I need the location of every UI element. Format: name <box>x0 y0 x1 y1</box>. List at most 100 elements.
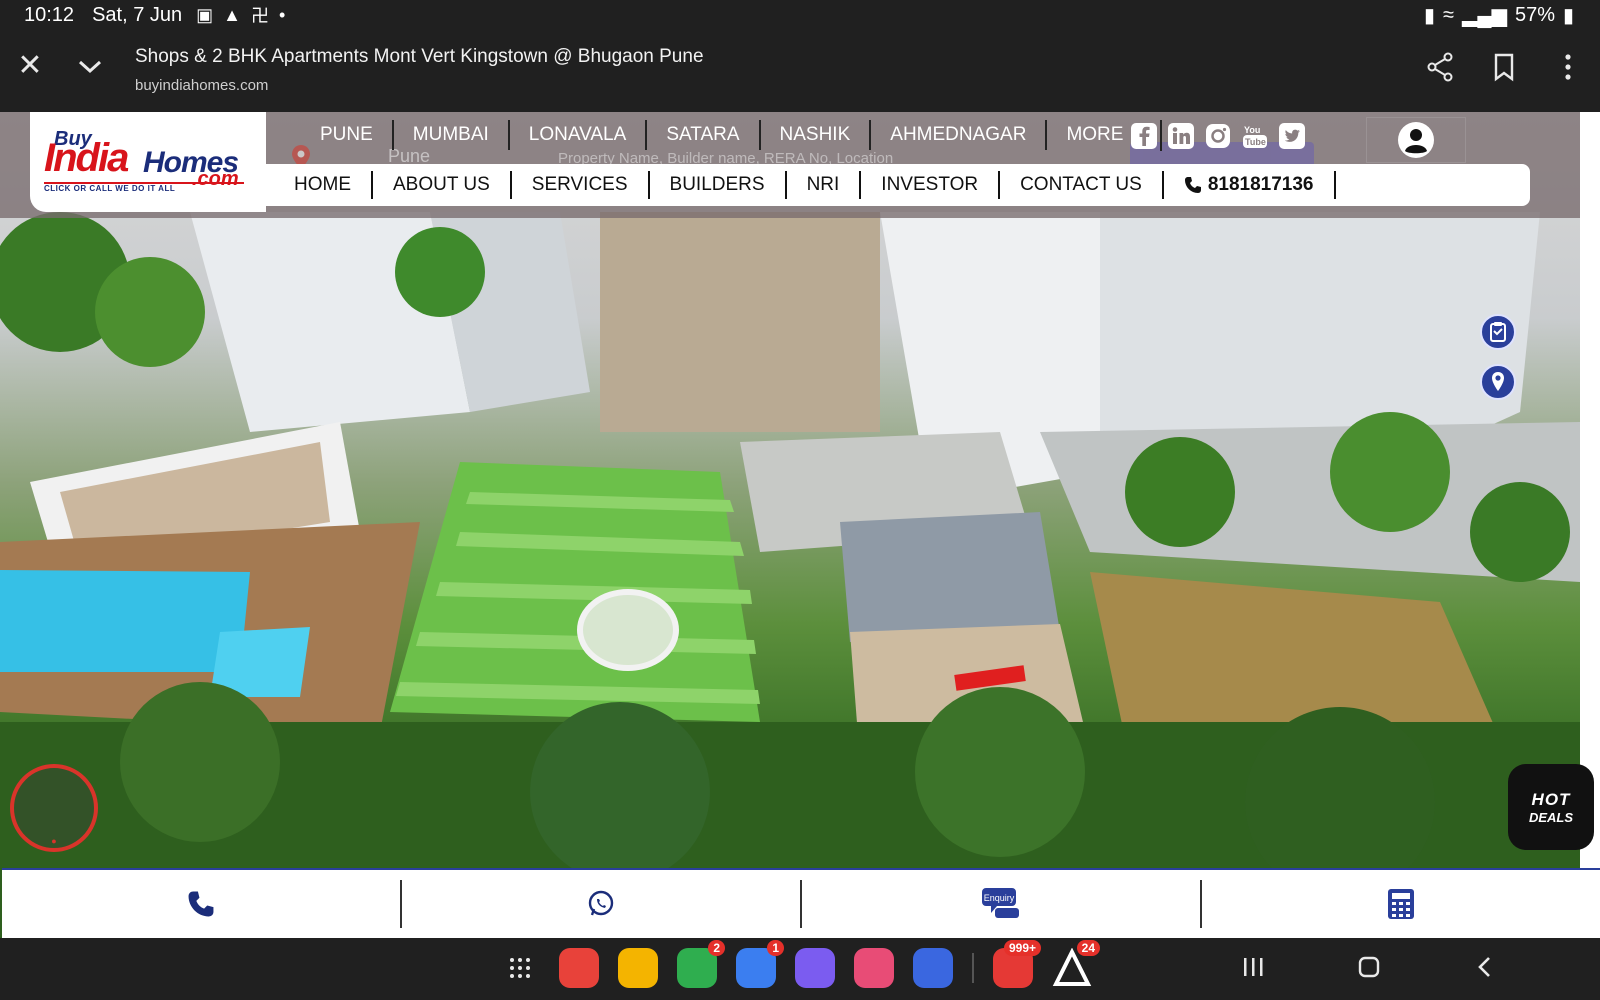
whatsapp-action-button[interactable] <box>402 880 802 928</box>
hot-deals-line1: HOT <box>1531 789 1571 809</box>
facebook-link[interactable] <box>1130 122 1158 150</box>
calculator-action-button[interactable] <box>1202 880 1600 928</box>
youtube-app-icon[interactable]: 999+ <box>993 940 1041 988</box>
nav-about-us[interactable]: ABOUT US <box>373 171 512 199</box>
phone-icon <box>1184 177 1201 193</box>
logo-tagline: CLICK OR CALL WE DO IT ALL <box>44 184 176 193</box>
recent-apps-button[interactable] <box>1238 952 1268 982</box>
samsung-notes-icon[interactable] <box>559 948 599 988</box>
user-avatar-icon <box>1398 122 1434 158</box>
svg-text:Tube: Tube <box>1245 137 1266 147</box>
bookmark-button[interactable] <box>1490 52 1518 82</box>
page-title: Shops & 2 BHK Apartments Mont Vert Kings… <box>135 46 704 67</box>
arattai-notification-icon: ▲ <box>223 4 241 25</box>
app-drawer-button[interactable] <box>500 948 540 988</box>
facebook-icon <box>1131 123 1157 149</box>
enquiry-icon: Enquiry <box>982 888 1019 918</box>
share-button[interactable] <box>1426 52 1454 82</box>
city-link-nashik[interactable]: NASHIK <box>761 120 872 150</box>
nav-services[interactable]: SERVICES <box>512 171 650 199</box>
my-files-icon[interactable] <box>618 948 658 988</box>
share-icon <box>1427 52 1453 82</box>
phone-icon <box>188 891 214 917</box>
city-link-mumbai[interactable]: MUMBAI <box>394 120 510 150</box>
internet-icon[interactable] <box>795 948 835 988</box>
instagram-icon <box>1206 124 1230 148</box>
status-right: ▮ ≈ ▂▄▆ 57% ▮ <box>1424 0 1574 30</box>
status-date: Sat, 7 Jun <box>92 3 183 26</box>
city-link-ahmednagar[interactable]: AHMEDNAGAR <box>871 120 1048 150</box>
bottom-action-bar: Enquiry <box>2 868 1600 938</box>
notification-badge: 999+ <box>1003 940 1041 956</box>
twitter-icon <box>1279 123 1305 149</box>
page-url[interactable]: buyindiahomes.com <box>135 77 268 94</box>
enquiry-action-button[interactable]: Enquiry <box>802 880 1202 928</box>
home-icon <box>1358 956 1380 978</box>
notification-badge: 2 <box>708 940 725 956</box>
camera-icon[interactable] <box>854 948 894 988</box>
call-action-button[interactable] <box>2 880 402 928</box>
notification-badge: 1 <box>767 940 784 956</box>
phone-number: 8181817136 <box>1207 174 1314 195</box>
youtube-icon: You Tube <box>1243 125 1267 148</box>
minimize-button[interactable] <box>74 50 106 82</box>
hot-deals-line2: DEALS <box>1528 809 1574 825</box>
more-label: MORE <box>1066 123 1124 145</box>
battery-icon: ▮ <box>1562 4 1574 27</box>
nav-nri[interactable]: NRI <box>787 171 862 199</box>
main-nav: HOME ABOUT US SERVICES BUILDERS NRI INVE… <box>266 164 1530 206</box>
back-button[interactable] <box>1470 952 1500 982</box>
user-account-button[interactable] <box>1366 117 1466 163</box>
seal-icon: ● <box>51 836 57 846</box>
floating-location-button[interactable] <box>1480 364 1516 400</box>
city-link-pune[interactable]: PUNE <box>300 120 394 150</box>
instagram-link[interactable] <box>1204 122 1232 150</box>
sim-icon: ▮ <box>1424 4 1436 27</box>
enquiry-label: Enquiry <box>984 893 1015 903</box>
more-options-button[interactable] <box>1554 52 1582 82</box>
arattai-icon[interactable]: 24 <box>1052 940 1100 988</box>
linkedin-link[interactable] <box>1167 122 1195 150</box>
dock-separator <box>972 953 974 983</box>
phone-app-icon[interactable]: 2 <box>677 940 725 988</box>
nav-investor[interactable]: INVESTOR <box>861 171 1001 199</box>
custom-tab-toolbar: ✕ Shops & 2 BHK Apartments Mont Vert Kin… <box>0 30 1600 112</box>
close-tab-button[interactable]: ✕ <box>14 50 46 82</box>
recents-icon <box>1244 958 1263 976</box>
taskbar-dock: 2 1 999+ 24 <box>500 940 1100 988</box>
nav-contact-us[interactable]: CONTACT US <box>1000 171 1164 199</box>
android-navigation-bar: 2 1 999+ 24 <box>0 938 1600 1000</box>
rera-seal[interactable]: ● <box>10 764 98 852</box>
home-button[interactable] <box>1354 952 1384 982</box>
whatsapp-icon <box>588 890 614 916</box>
hot-deals-button[interactable]: HOT DEALS <box>1508 764 1594 850</box>
svg-text:You: You <box>1244 125 1260 135</box>
logo-india: India <box>44 136 129 180</box>
battery-percent: 57% <box>1514 3 1555 26</box>
messages-icon[interactable]: 1 <box>736 940 784 988</box>
chevron-down-icon <box>78 60 102 74</box>
nav-builders[interactable]: BUILDERS <box>650 171 787 199</box>
youtube-link[interactable]: You Tube <box>1241 122 1269 150</box>
apps-grid-icon <box>510 958 530 978</box>
nav-phone-link[interactable]: 8181817136 <box>1164 171 1336 199</box>
wifi-icon: ≈ <box>1443 3 1455 26</box>
city-link-satara[interactable]: SATARA <box>647 120 761 150</box>
more-vert-icon <box>1565 54 1571 80</box>
notification-icons: ▣ ▲ 卍 • <box>196 2 285 28</box>
back-icon <box>1478 957 1490 977</box>
nav-home[interactable]: HOME <box>274 171 373 199</box>
status-time: 10:12 <box>24 3 75 26</box>
website-viewport[interactable]: Pune Property Name, Builder name, RERA N… <box>0 112 1600 938</box>
twitter-link[interactable] <box>1278 122 1306 150</box>
system-nav-buttons <box>1238 952 1500 982</box>
linkedin-icon <box>1168 123 1194 149</box>
city-link-lonavala[interactable]: LONAVALA <box>510 120 648 150</box>
clipboard-icon <box>1490 322 1506 342</box>
dialer-icon[interactable] <box>913 948 953 988</box>
signal-icon: ▂▄▆ <box>1462 4 1507 27</box>
city-nav: PUNE MUMBAI LONAVALA SATARA NASHIK AHMED… <box>300 118 1162 152</box>
floating-brochure-button[interactable] <box>1480 314 1516 350</box>
logo[interactable]: Buy India Homes .com CLICK OR CALL WE DO… <box>30 112 266 212</box>
hero-image <box>0 112 1580 938</box>
